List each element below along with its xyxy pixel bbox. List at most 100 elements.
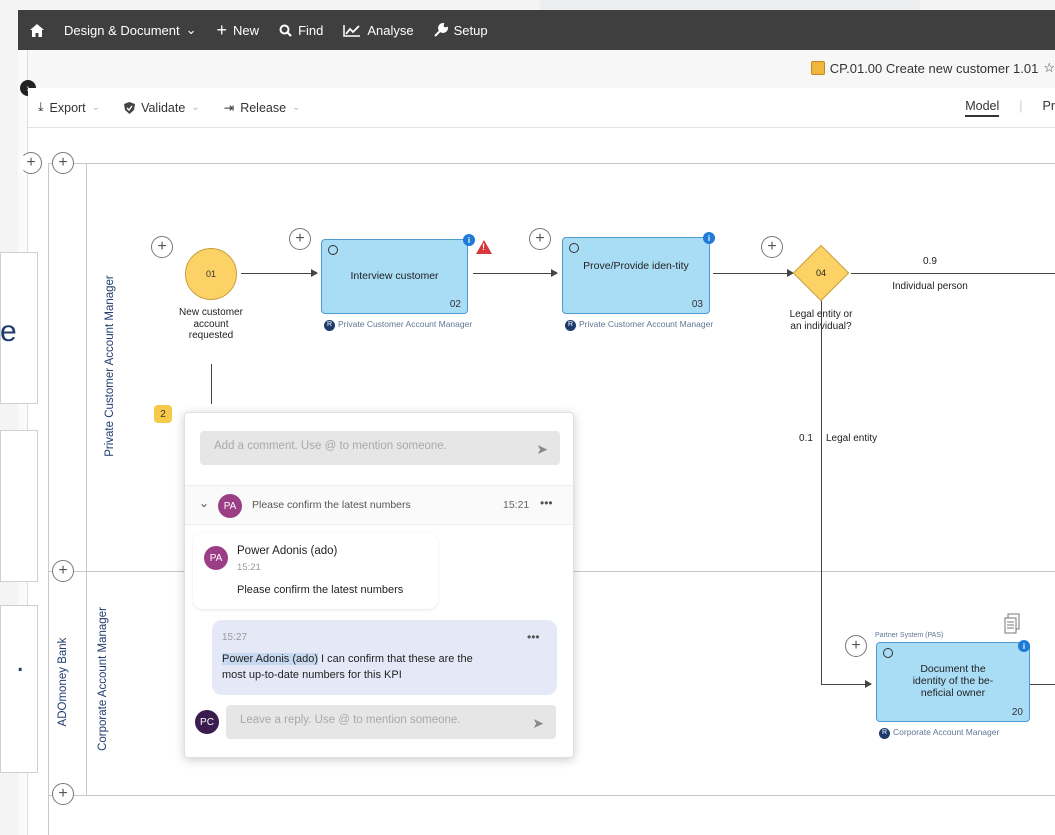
comment-input-placeholder: Add a comment. Use @ to mention someone. bbox=[214, 440, 447, 452]
comment-text-line2: most up-to-date numbers for this KPI bbox=[222, 668, 402, 681]
pool-left-border bbox=[48, 163, 49, 835]
task-number: 20 bbox=[1011, 707, 1023, 718]
comment-count-badge[interactable]: 2 bbox=[154, 405, 172, 423]
process-model-icon bbox=[810, 61, 825, 75]
task-role: R Corporate Account Manager bbox=[879, 727, 1039, 739]
add-element-button[interactable]: + bbox=[289, 228, 311, 250]
sequence-flow bbox=[821, 680, 872, 688]
comment-message: PA Power Adonis (ado) 15:21 Please confi… bbox=[193, 533, 438, 609]
role-icon: R bbox=[324, 320, 335, 331]
info-icon[interactable]: i bbox=[703, 232, 715, 244]
nav-analyse[interactable]: Analyse bbox=[343, 23, 414, 38]
add-element-button[interactable]: + bbox=[151, 236, 173, 258]
search-icon bbox=[279, 24, 292, 37]
release-button[interactable]: ⇥ Release ⌄ bbox=[223, 100, 301, 116]
document-title-text: CP.01.00 Create new customer 1.01 bbox=[829, 60, 1039, 76]
add-element-button[interactable]: + bbox=[761, 236, 783, 258]
reply-input-placeholder: Leave a reply. Use @ to mention someone. bbox=[240, 714, 461, 726]
sequence-flow bbox=[211, 364, 212, 404]
add-lane-button[interactable]: + bbox=[52, 560, 74, 582]
start-event[interactable]: 01 bbox=[185, 248, 237, 300]
nav-setup[interactable]: Setup bbox=[433, 22, 488, 38]
comment-reply-message: 15:27 ••• Power Adonis (ado) I can confi… bbox=[212, 620, 557, 695]
task-role-text: Private Customer Account Manager bbox=[338, 319, 473, 329]
send-icon[interactable]: ➤ bbox=[532, 715, 544, 732]
start-event-label: New customer account requested bbox=[179, 307, 243, 341]
lane-label-corporate: Corporate Account Manager bbox=[97, 607, 109, 751]
home-icon[interactable] bbox=[30, 23, 44, 37]
sequence-flow bbox=[473, 269, 558, 277]
chevron-down-icon: ⌄ bbox=[191, 102, 200, 113]
info-icon[interactable]: i bbox=[1018, 640, 1030, 652]
side-card bbox=[0, 605, 38, 773]
plus-icon: + bbox=[216, 20, 228, 40]
download-icon: ⤓ bbox=[38, 100, 44, 114]
task-title: Interview customer bbox=[350, 270, 439, 282]
comment-text-part: I can confirm that these are the bbox=[318, 653, 473, 665]
wrench-icon bbox=[433, 23, 448, 37]
flow-label: Individual person bbox=[892, 281, 968, 292]
add-element-button[interactable]: + bbox=[845, 635, 867, 657]
send-icon[interactable]: ➤ bbox=[536, 441, 548, 458]
add-pool-button[interactable]: + bbox=[20, 152, 42, 174]
user-task-icon bbox=[883, 648, 893, 658]
reply-input[interactable]: Leave a reply. Use @ to mention someone.… bbox=[226, 705, 556, 739]
task-prove-identity[interactable]: Prove/Provide iden-tity 03 bbox=[562, 237, 710, 314]
sequence-flow bbox=[821, 300, 822, 685]
lane-header-border bbox=[86, 163, 87, 795]
reply-row: PC Leave a reply. Use @ to mention someo… bbox=[191, 703, 561, 743]
add-element-button[interactable]: + bbox=[529, 228, 551, 250]
nav-setup-label: Setup bbox=[453, 22, 488, 38]
chevron-down-icon: ⌄ bbox=[292, 102, 301, 113]
validate-button[interactable]: Validate ⌄ bbox=[124, 101, 200, 115]
comment-time: 15:21 bbox=[237, 562, 261, 573]
task-role: R Private Customer Account Manager bbox=[324, 319, 474, 331]
sequence-flow bbox=[241, 269, 318, 277]
nav-new[interactable]: + New bbox=[217, 21, 260, 39]
more-options-icon[interactable]: ••• bbox=[527, 630, 540, 644]
pool-bottom-border bbox=[48, 795, 1055, 796]
user-task-icon bbox=[569, 243, 579, 253]
user-mention[interactable]: Power Adonis (ado) bbox=[222, 653, 318, 665]
document-title: CP.01.00 Create new customer 1.01 ☆ bbox=[810, 60, 1055, 76]
nav-design-document-label: Design & Document bbox=[64, 22, 180, 38]
validate-label: Validate bbox=[141, 100, 186, 115]
comment-input[interactable]: Add a comment. Use @ to mention someone.… bbox=[200, 431, 560, 465]
avatar: PA bbox=[204, 546, 228, 570]
lane-label-private: Private Customer Account Manager bbox=[104, 275, 116, 457]
task-number: 03 bbox=[691, 299, 703, 310]
nav-design-document[interactable]: Design & Document ⌄ bbox=[64, 22, 197, 38]
task-role: R Private Customer Account Manager bbox=[565, 319, 715, 331]
thread-time: 15:21 bbox=[503, 499, 530, 511]
top-navigation: Design & Document ⌄ + New Find Analyse S… bbox=[18, 10, 1055, 50]
sequence-flow bbox=[713, 269, 794, 277]
start-event-number: 01 bbox=[205, 269, 216, 279]
nav-new-label: New bbox=[233, 22, 260, 38]
tab-other[interactable]: Pr bbox=[1043, 99, 1055, 117]
info-icon[interactable]: i bbox=[463, 234, 475, 246]
comment-thread-header[interactable]: ⌄ PA Please confirm the latest numbers 1… bbox=[185, 485, 573, 525]
flow-probability: 0.9 bbox=[923, 256, 937, 267]
tab-divider: | bbox=[1019, 99, 1023, 113]
task-document-beneficial-owner[interactable]: Document the identity of the be-neficial… bbox=[876, 642, 1030, 722]
nav-find[interactable]: Find bbox=[279, 23, 323, 38]
avatar: PC bbox=[195, 710, 219, 734]
sequence-flow bbox=[851, 273, 1055, 274]
tab-model[interactable]: Model bbox=[965, 99, 1000, 117]
gateway-label: Legal entity or an individual? bbox=[789, 309, 853, 332]
chevron-down-icon[interactable]: ⌄ bbox=[199, 496, 209, 510]
add-lane-button[interactable]: + bbox=[52, 783, 74, 805]
comment-text: Please confirm the latest numbers bbox=[237, 584, 404, 596]
export-label: Export bbox=[49, 100, 86, 115]
export-button[interactable]: ⤓ Export ⌄ bbox=[38, 100, 100, 115]
release-icon: ⇥ bbox=[223, 101, 235, 115]
task-interview-customer[interactable]: Interview customer 02 bbox=[321, 239, 468, 314]
more-options-icon[interactable]: ••• bbox=[540, 496, 553, 510]
add-lane-button[interactable]: + bbox=[52, 152, 74, 174]
task-system: Partner System (PAS) bbox=[875, 632, 944, 639]
task-role-text: Corporate Account Manager bbox=[893, 727, 1000, 737]
thread-title: Please confirm the latest numbers bbox=[252, 499, 411, 511]
task-number: 02 bbox=[449, 299, 461, 310]
favorite-star-icon[interactable]: ☆ bbox=[1043, 60, 1055, 76]
documents-icon[interactable] bbox=[1004, 613, 1020, 635]
